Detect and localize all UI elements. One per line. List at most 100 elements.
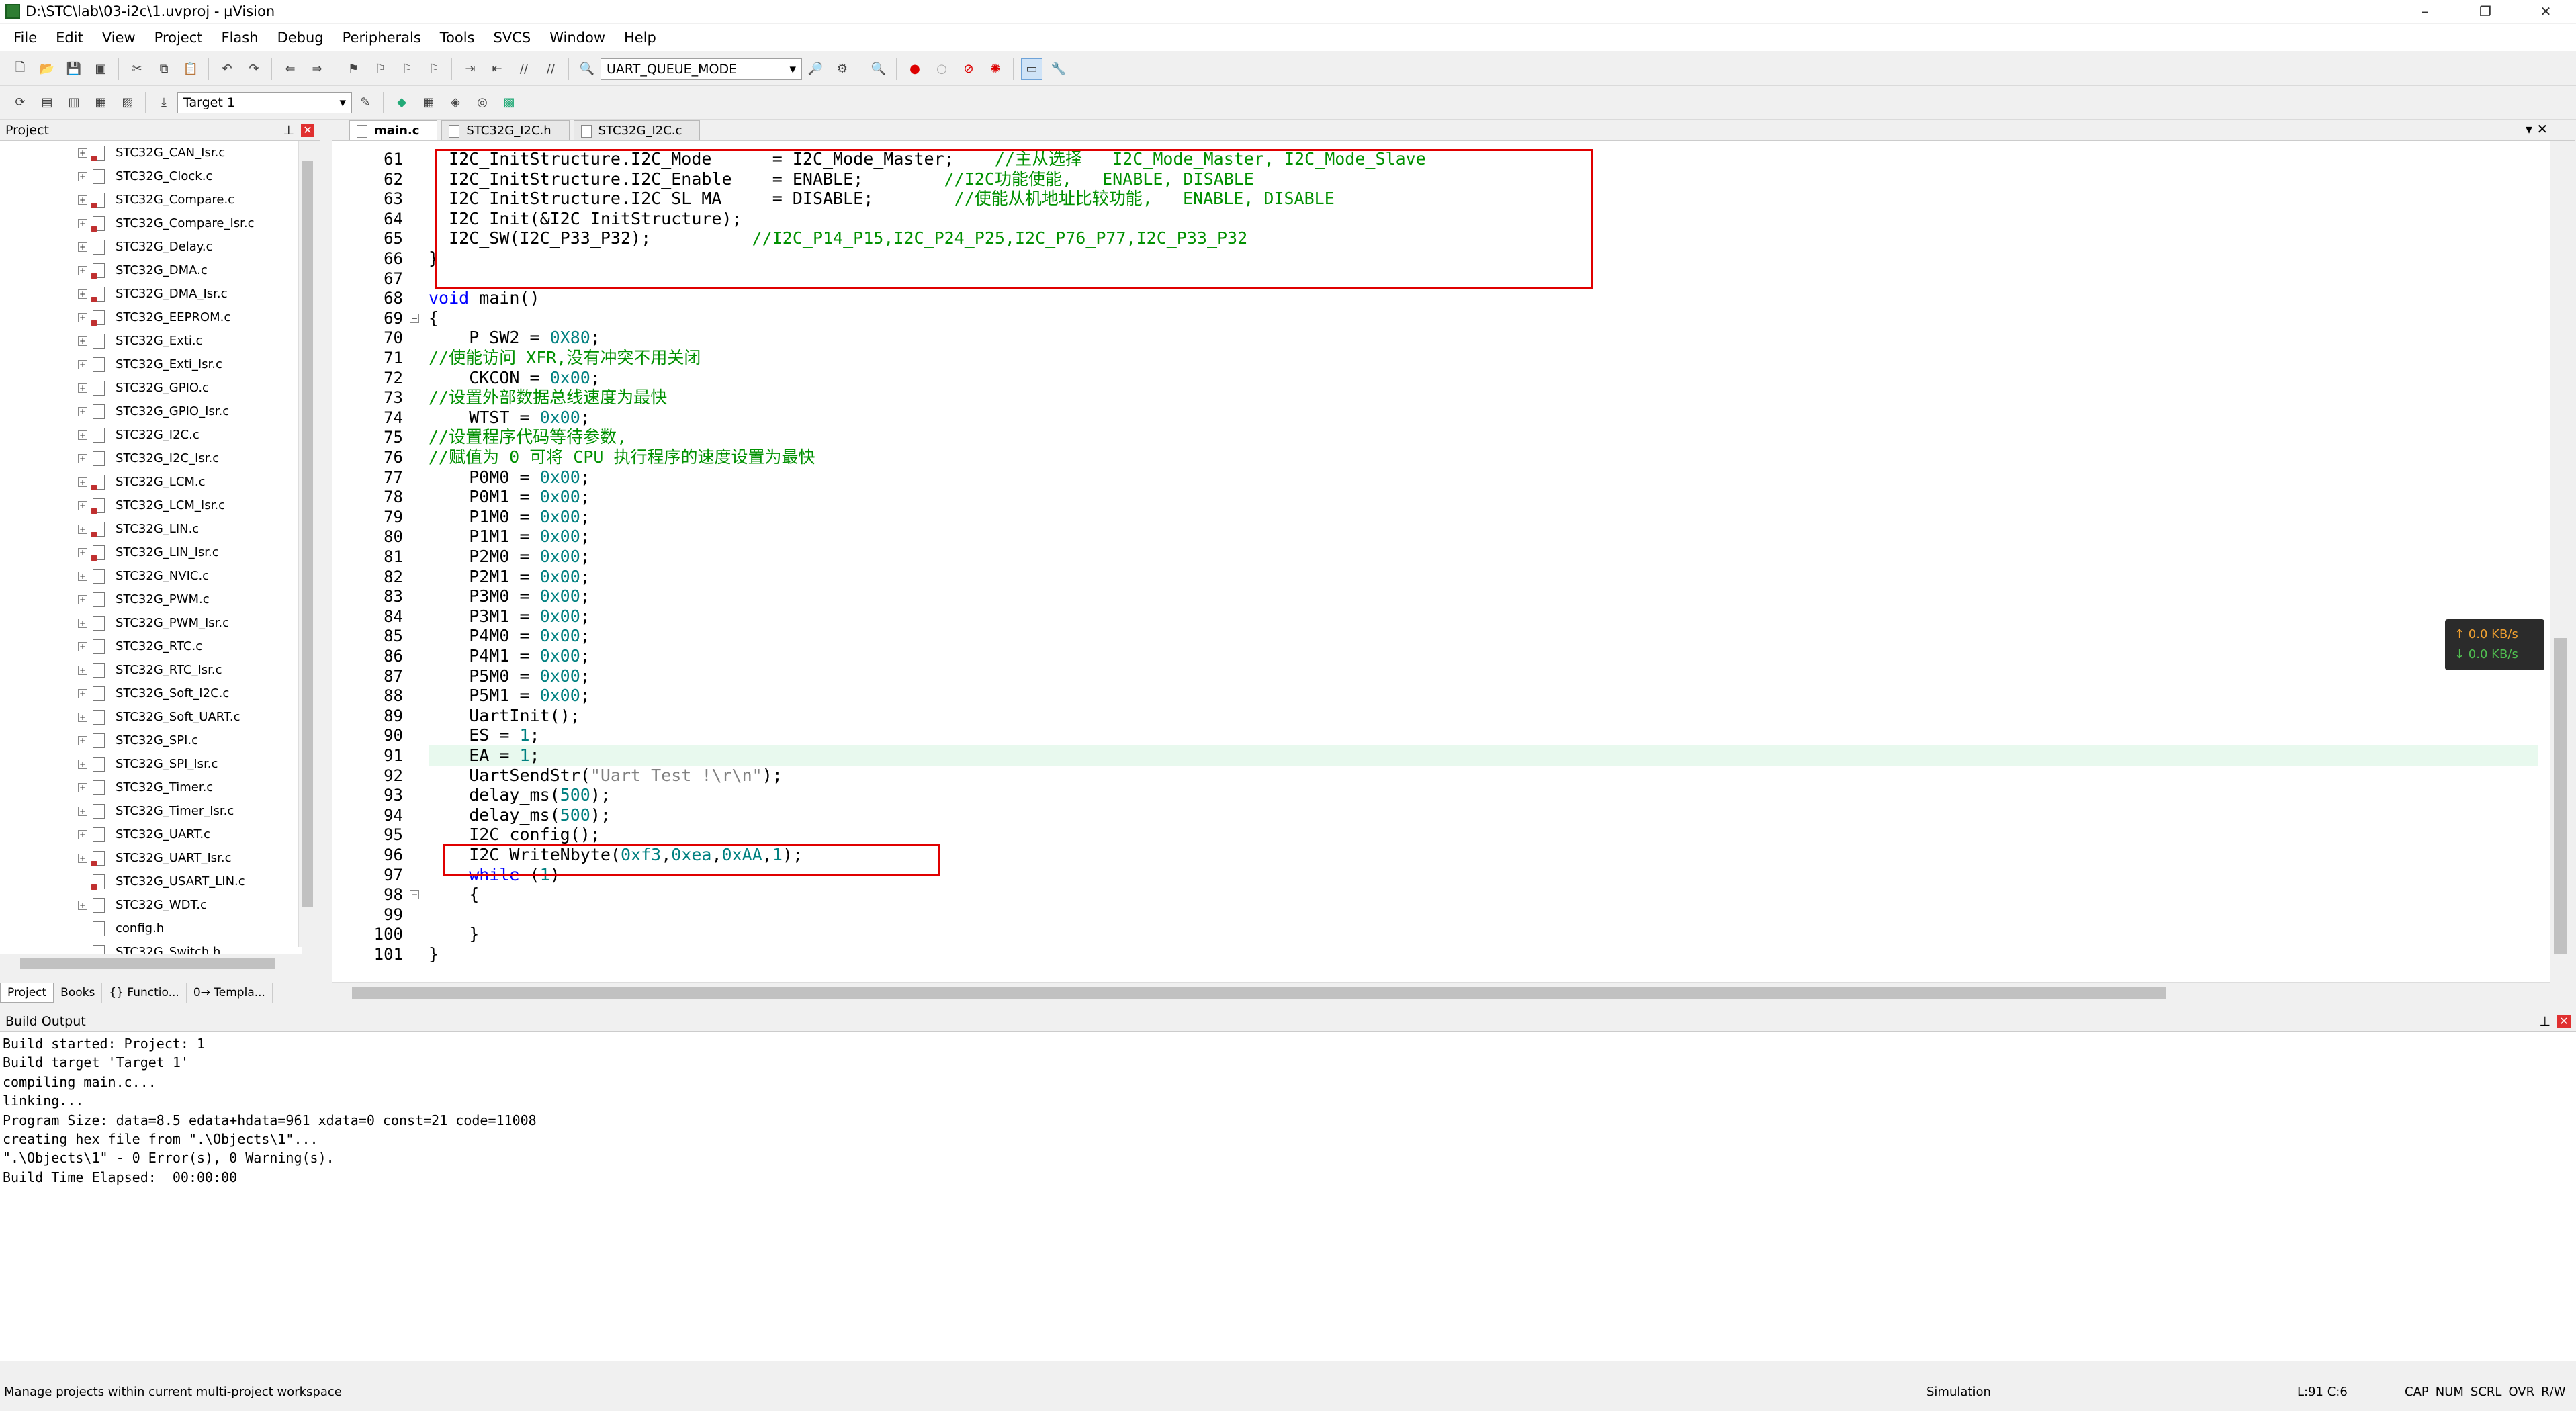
panel-tab-2[interactable]: {} Functio... bbox=[102, 982, 187, 1003]
expand-icon[interactable]: + bbox=[78, 406, 87, 416]
expand-icon[interactable]: + bbox=[78, 759, 87, 769]
menu-item-edit[interactable]: Edit bbox=[56, 30, 83, 46]
tree-file-item[interactable]: + STC32G_LIN_Isr.c bbox=[0, 541, 302, 564]
panel-tab-3[interactable]: 0→ Templa... bbox=[187, 982, 273, 1003]
breakpoint-disable-icon[interactable]: ⊘ bbox=[958, 58, 979, 80]
menu-item-help[interactable]: Help bbox=[624, 30, 656, 46]
expand-icon[interactable]: + bbox=[78, 806, 87, 816]
tree-file-item[interactable]: + STC32G_Compare.c bbox=[0, 188, 302, 212]
expand-icon[interactable]: + bbox=[78, 688, 87, 698]
expand-icon[interactable]: + bbox=[78, 477, 87, 487]
expand-icon[interactable]: + bbox=[78, 148, 87, 158]
tree-file-item[interactable]: STC32G_Switch.h bbox=[0, 940, 302, 954]
debug-start-icon[interactable]: 🔍 bbox=[868, 58, 889, 80]
tree-file-item[interactable]: + STC32G_EEPROM.c bbox=[0, 306, 302, 329]
target-select[interactable]: Target 1 ▾ bbox=[177, 91, 352, 113]
expand-icon[interactable]: + bbox=[78, 171, 87, 181]
save-icon[interactable]: 💾 bbox=[63, 58, 85, 80]
scrollbar-thumb[interactable] bbox=[20, 958, 275, 969]
tree-file-item[interactable]: + STC32G_Exti_Isr.c bbox=[0, 353, 302, 376]
expand-icon[interactable]: + bbox=[78, 383, 87, 393]
expand-icon[interactable]: + bbox=[78, 242, 87, 252]
expand-icon[interactable]: + bbox=[78, 336, 87, 346]
scrollbar-thumb[interactable] bbox=[302, 161, 313, 907]
expand-icon[interactable]: + bbox=[78, 312, 87, 322]
tree-file-item[interactable]: + STC32G_UART_Isr.c bbox=[0, 846, 302, 870]
tree-file-item[interactable]: + STC32G_WDT.c bbox=[0, 893, 302, 917]
expand-icon[interactable]: + bbox=[78, 829, 87, 839]
tree-file-item[interactable]: + STC32G_I2C.c bbox=[0, 423, 302, 447]
configure-icon[interactable]: 🔧 bbox=[1048, 58, 1069, 80]
tree-file-item[interactable]: + STC32G_Compare_Isr.c bbox=[0, 212, 302, 235]
tree-file-item[interactable]: + STC32G_PWM.c bbox=[0, 588, 302, 611]
translate-icon[interactable]: ⟳ bbox=[9, 92, 31, 113]
nav-forward-icon[interactable]: ⇒ bbox=[306, 58, 328, 80]
editor-tab-stc32g_i2c-c[interactable]: STC32G_I2C.c bbox=[573, 120, 701, 140]
manage-components-icon[interactable]: ◆ bbox=[391, 92, 412, 113]
build-output-hscroll[interactable] bbox=[0, 1361, 2576, 1379]
editor-tab-stc32g_i2c-h[interactable]: STC32G_I2C.h bbox=[441, 120, 570, 140]
tree-file-item[interactable]: + STC32G_Exti.c bbox=[0, 329, 302, 353]
new-file-icon[interactable]: 🗋 bbox=[9, 58, 31, 80]
save-all-icon[interactable]: ▣ bbox=[90, 58, 112, 80]
expand-icon[interactable]: + bbox=[78, 594, 87, 604]
build-icon[interactable]: ▤ bbox=[36, 92, 58, 113]
expand-icon[interactable]: + bbox=[78, 782, 87, 792]
tree-file-item[interactable]: + STC32G_SPI.c bbox=[0, 729, 302, 752]
tree-file-item[interactable]: config.h bbox=[0, 917, 302, 940]
tree-file-item[interactable]: + STC32G_Clock.c bbox=[0, 165, 302, 188]
menu-item-window[interactable]: Window bbox=[549, 30, 605, 46]
find-icon[interactable]: 🔎 bbox=[805, 58, 826, 80]
tree-file-item[interactable]: + STC32G_I2C_Isr.c bbox=[0, 447, 302, 470]
tree-file-item[interactable]: + STC32G_RTC_Isr.c bbox=[0, 658, 302, 682]
tree-file-item[interactable]: + STC32G_RTC.c bbox=[0, 635, 302, 658]
menu-item-debug[interactable]: Debug bbox=[277, 30, 324, 46]
expand-icon[interactable]: + bbox=[78, 453, 87, 463]
find-in-files-icon[interactable]: 🔍 bbox=[576, 58, 598, 80]
expand-icon[interactable]: + bbox=[78, 900, 87, 910]
menu-item-view[interactable]: View bbox=[102, 30, 136, 46]
tree-file-item[interactable]: + STC32G_LCM_Isr.c bbox=[0, 494, 302, 517]
tree-file-item[interactable]: + STC32G_Timer_Isr.c bbox=[0, 799, 302, 823]
tree-file-item[interactable]: STC32G_USART_LIN.c bbox=[0, 870, 302, 893]
tree-file-item[interactable]: + STC32G_LIN.c bbox=[0, 517, 302, 541]
menu-item-peripherals[interactable]: Peripherals bbox=[343, 30, 421, 46]
expand-icon[interactable]: + bbox=[78, 641, 87, 651]
minimize-button[interactable]: – bbox=[2395, 0, 2455, 23]
tree-file-item[interactable]: + STC32G_NVIC.c bbox=[0, 564, 302, 588]
tree-file-item[interactable]: + STC32G_Timer.c bbox=[0, 776, 302, 799]
select-pack-icon[interactable]: ▦ bbox=[418, 92, 439, 113]
bookmark-clear-icon[interactable]: ⚐ bbox=[423, 58, 445, 80]
tree-file-item[interactable]: + STC32G_DMA_Isr.c bbox=[0, 282, 302, 306]
copy-icon[interactable]: ⧉ bbox=[153, 58, 175, 80]
tree-file-item[interactable]: + STC32G_LCM.c bbox=[0, 470, 302, 494]
project-tree-scrollbar[interactable] bbox=[298, 141, 316, 947]
expand-icon[interactable]: + bbox=[78, 195, 87, 205]
close-button[interactable]: ✕ bbox=[2516, 0, 2576, 23]
menu-item-project[interactable]: Project bbox=[154, 30, 203, 46]
expand-icon[interactable]: + bbox=[78, 853, 87, 863]
scrollbar-thumb[interactable] bbox=[2554, 638, 2567, 954]
bookmark-next-icon[interactable]: ⚐ bbox=[396, 58, 418, 80]
tree-file-item[interactable]: + STC32G_CAN_Isr.c bbox=[0, 141, 302, 165]
fold-toggle-icon[interactable]: − bbox=[410, 313, 419, 323]
rte-icon[interactable]: ◈ bbox=[445, 92, 466, 113]
fold-toggle-icon[interactable]: − bbox=[410, 890, 419, 900]
pin-icon[interactable]: ⊥ bbox=[2539, 1014, 2550, 1029]
expand-icon[interactable]: + bbox=[78, 665, 87, 675]
expand-icon[interactable]: + bbox=[78, 218, 87, 228]
undo-icon[interactable]: ↶ bbox=[216, 58, 238, 80]
expand-icon[interactable]: + bbox=[78, 571, 87, 581]
tree-file-item[interactable]: + STC32G_UART.c bbox=[0, 823, 302, 846]
expand-icon[interactable]: + bbox=[78, 618, 87, 628]
pin-icon[interactable]: ⊥ bbox=[283, 123, 294, 138]
expand-icon[interactable]: + bbox=[78, 735, 87, 745]
batch-build-icon[interactable]: ▦ bbox=[90, 92, 112, 113]
download-icon[interactable]: ⤓ bbox=[153, 92, 175, 113]
close-icon[interactable]: ✕ bbox=[301, 123, 314, 137]
find-combo[interactable]: UART_QUEUE_MODE ▾ bbox=[601, 58, 802, 80]
tree-file-item[interactable]: + STC32G_DMA.c bbox=[0, 259, 302, 282]
rebuild-icon[interactable]: ▥ bbox=[63, 92, 85, 113]
close-icon[interactable]: ✕ bbox=[2557, 1014, 2571, 1028]
expand-icon[interactable]: + bbox=[78, 547, 87, 557]
